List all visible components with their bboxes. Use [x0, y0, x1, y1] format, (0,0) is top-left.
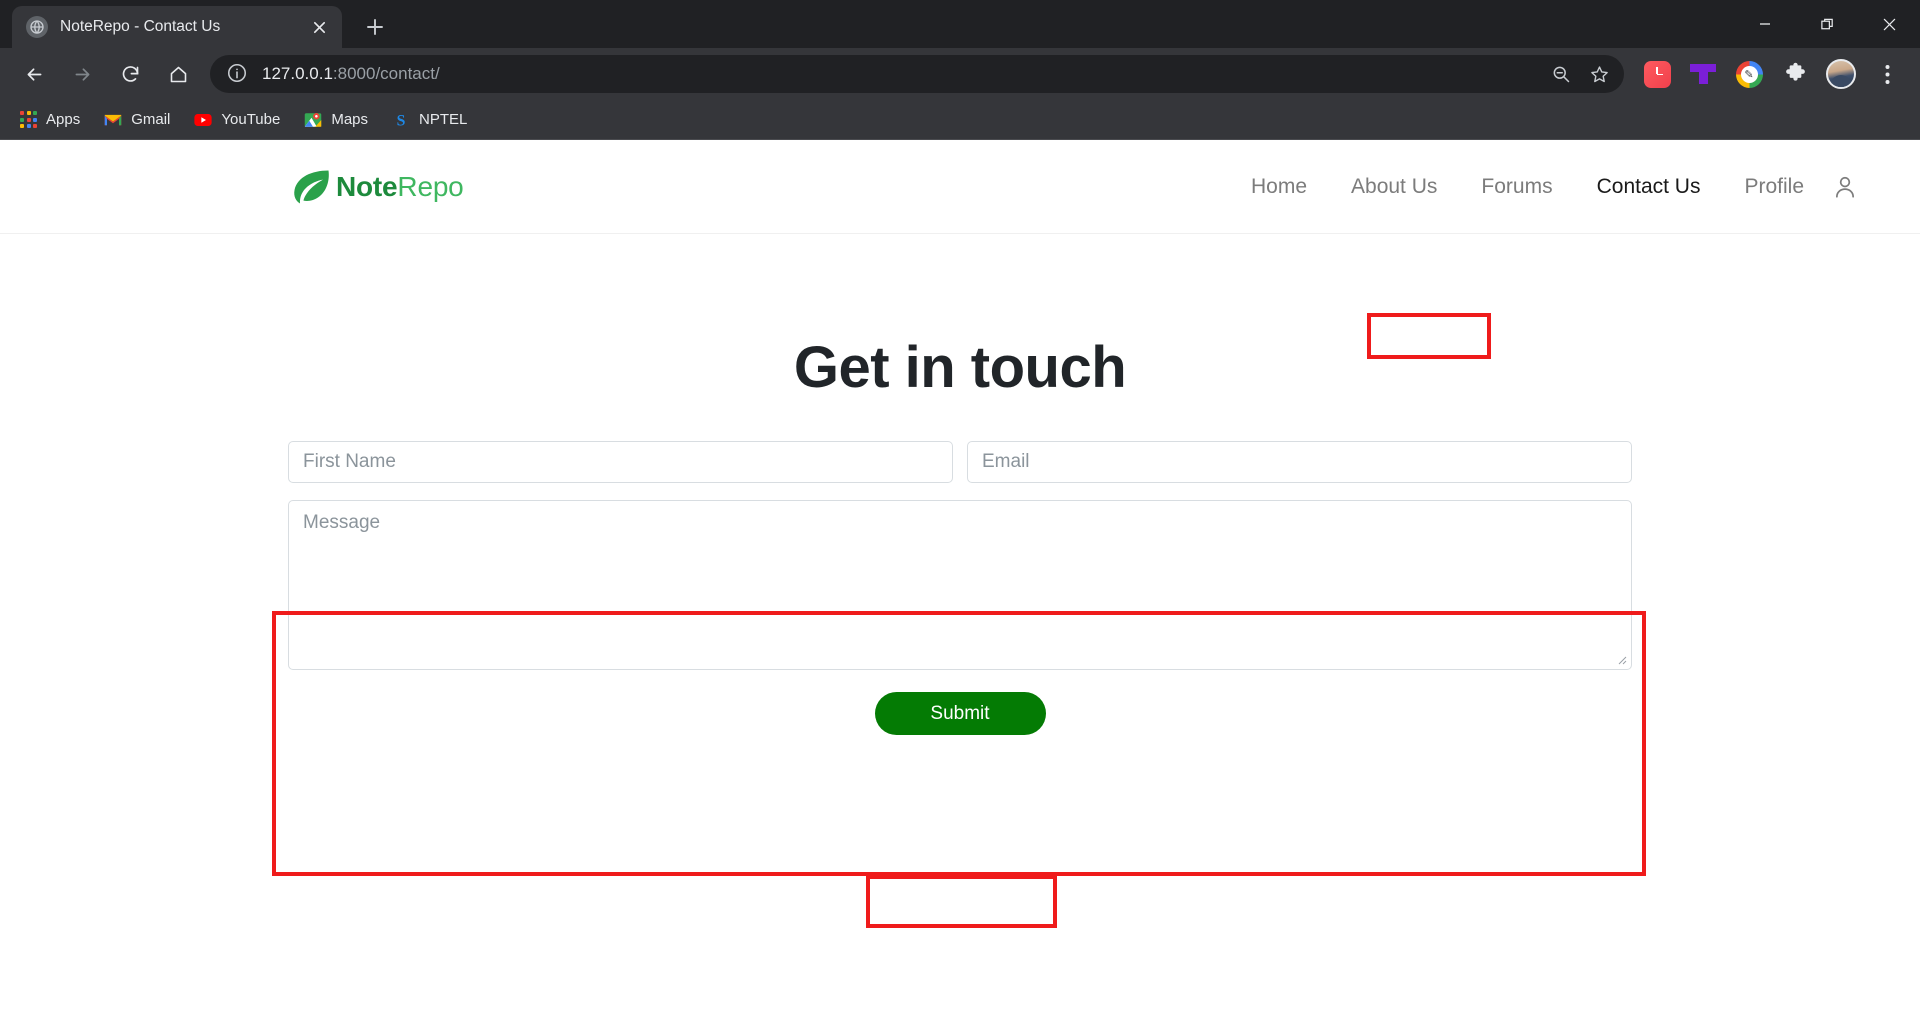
submit-row: Submit	[288, 692, 1632, 735]
google-pencil-extension-icon[interactable]: ✎	[1731, 56, 1767, 92]
google-maps-icon	[305, 112, 322, 127]
close-icon[interactable]	[1858, 0, 1920, 48]
logo-text: NoteRepo	[336, 171, 464, 203]
bookmark-nptel[interactable]: S NPTEL	[382, 105, 477, 135]
nav-link-contact-us[interactable]: Contact Us	[1575, 169, 1723, 205]
first-name-column	[288, 441, 953, 483]
restore-window-icon[interactable]	[1796, 0, 1858, 48]
contact-form: Submit	[288, 441, 1632, 735]
url-host: 127.0.0.1	[262, 64, 333, 83]
nav-link-profile[interactable]: Profile	[1722, 169, 1826, 205]
first-name-input[interactable]	[288, 441, 953, 483]
bookmark-label: YouTube	[221, 111, 281, 128]
forward-arrow-icon[interactable]	[61, 53, 103, 95]
bookmark-label: Gmail	[131, 111, 171, 128]
message-column	[288, 500, 1632, 670]
nav-link-about-us[interactable]: About Us	[1329, 169, 1459, 205]
annotation-box-submit-button	[866, 875, 1057, 928]
info-circle-icon[interactable]	[226, 62, 250, 86]
home-icon[interactable]	[157, 53, 199, 95]
form-row-top	[288, 441, 1632, 483]
window-controls	[1734, 0, 1920, 48]
avatar[interactable]	[1823, 56, 1859, 92]
site-logo[interactable]: NoteRepo	[290, 165, 464, 209]
email-input[interactable]	[967, 441, 1632, 483]
tab-strip: NoteRepo - Contact Us	[0, 0, 1920, 48]
clock-extension-icon[interactable]	[1639, 56, 1675, 92]
bookmark-maps[interactable]: Maps	[294, 105, 378, 135]
globe-icon	[26, 16, 48, 38]
logo-text-secondary: Repo	[397, 170, 464, 202]
bookmark-label: Maps	[331, 111, 369, 128]
bookmark-youtube[interactable]: YouTube	[184, 105, 290, 135]
address-bar-actions	[1540, 57, 1616, 91]
browser-chrome: NoteRepo - Contact Us 127.0.0.1:8000/con…	[0, 0, 1920, 140]
puzzle-piece-icon[interactable]	[1777, 56, 1813, 92]
svg-text:S: S	[397, 112, 406, 129]
page-viewport: NoteRepo Home About Us Forums Contact Us…	[0, 140, 1920, 1020]
main-content: Get in touch Submit	[0, 234, 1920, 735]
minimize-icon[interactable]	[1734, 0, 1796, 48]
tab-title: NoteRepo - Contact Us	[60, 18, 221, 35]
nptel-icon: S	[397, 112, 406, 129]
leaf-icon	[294, 170, 329, 203]
star-icon[interactable]	[1582, 57, 1616, 91]
bookmark-gmail[interactable]: Gmail	[94, 105, 180, 135]
zoom-out-icon[interactable]	[1544, 57, 1578, 91]
back-arrow-icon[interactable]	[13, 53, 55, 95]
nav-link-home[interactable]: Home	[1229, 169, 1329, 205]
page-title: Get in touch	[793, 335, 1127, 400]
url-path: :8000/contact/	[332, 64, 440, 83]
browser-window: NoteRepo - Contact Us 127.0.0.1:8000/con…	[0, 0, 1920, 1020]
purple-t-extension-icon[interactable]	[1685, 56, 1721, 92]
message-textarea[interactable]	[288, 500, 1632, 670]
gmail-icon	[104, 114, 122, 125]
reload-icon[interactable]	[109, 53, 151, 95]
logo-text-primary: Note	[336, 170, 398, 202]
bookmark-label: Apps	[46, 111, 81, 128]
close-icon[interactable]	[306, 14, 332, 40]
site-nav-links: Home About Us Forums Contact Us Profile	[1229, 169, 1858, 205]
apps-grid-icon	[20, 111, 37, 128]
browser-tab[interactable]: NoteRepo - Contact Us	[12, 6, 342, 48]
bookmarks-bar: Apps Gmail YouTube Maps S NPTEL	[0, 100, 1920, 140]
bookmark-label: NPTEL	[419, 111, 468, 128]
site-navbar: NoteRepo Home About Us Forums Contact Us…	[0, 140, 1920, 234]
bookmark-apps[interactable]: Apps	[10, 105, 90, 135]
three-dot-menu-icon[interactable]	[1869, 56, 1905, 92]
person-icon[interactable]	[1832, 174, 1858, 200]
email-column	[967, 441, 1632, 483]
url-text: 127.0.0.1:8000/contact/	[262, 64, 1540, 84]
address-bar[interactable]: 127.0.0.1:8000/contact/	[210, 55, 1624, 93]
youtube-icon	[194, 113, 212, 126]
browser-toolbar: 127.0.0.1:8000/contact/ ✎	[0, 48, 1920, 100]
new-tab-button[interactable]	[358, 10, 392, 44]
submit-button[interactable]: Submit	[874, 692, 1046, 735]
nav-link-forums[interactable]: Forums	[1459, 169, 1574, 205]
